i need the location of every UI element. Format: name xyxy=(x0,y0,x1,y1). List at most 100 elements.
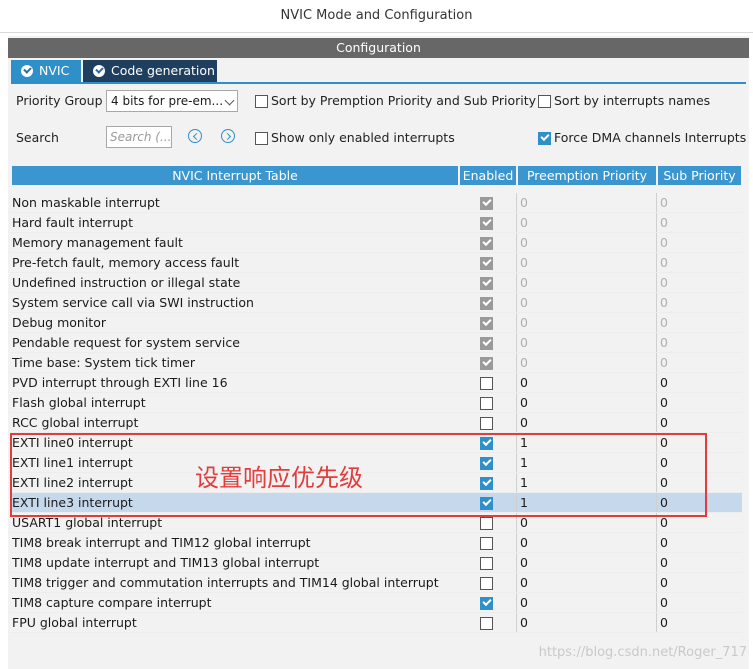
preemption-priority-cell: 0 xyxy=(516,213,656,232)
preemption-priority-cell[interactable]: 0 xyxy=(516,573,656,592)
table-row[interactable]: TIM8 break interrupt and TIM12 global in… xyxy=(10,533,742,553)
annotation-text: 设置响应优先级 xyxy=(195,464,363,492)
preemption-priority-cell[interactable]: 0 xyxy=(516,373,656,392)
sub-priority-cell: 0 xyxy=(656,273,740,292)
sub-priority-cell[interactable]: 0 xyxy=(656,573,740,592)
interrupt-name: Flash global interrupt xyxy=(12,395,146,410)
search-previous-icon[interactable] xyxy=(188,129,202,143)
configuration-panel: Configuration NVIC Code generation Prior… xyxy=(8,36,749,669)
sort-by-names-checkbox[interactable] xyxy=(538,95,551,108)
force-dma-checkbox[interactable] xyxy=(538,132,551,145)
sub-priority-cell[interactable]: 0 xyxy=(656,413,740,432)
enabled-checkbox xyxy=(480,237,493,250)
interrupt-name: TIM8 update interrupt and TIM13 global i… xyxy=(12,555,320,570)
preemption-priority-cell[interactable]: 0 xyxy=(516,393,656,412)
enabled-checkbox[interactable] xyxy=(480,577,493,590)
watermark: https://blog.csdn.net/Roger_717 xyxy=(538,645,747,660)
enabled-checkbox xyxy=(480,277,493,290)
tab-nvic[interactable]: NVIC xyxy=(11,60,81,82)
check-circle-icon xyxy=(93,65,105,77)
search-input[interactable]: Search (... xyxy=(106,126,172,148)
show-only-enabled-label: Show only enabled interrupts xyxy=(271,130,455,145)
table-row[interactable]: TIM8 trigger and commutation interrupts … xyxy=(10,573,742,593)
sub-priority-cell[interactable]: 0 xyxy=(656,373,740,392)
table-row[interactable]: TIM8 capture compare interrupt 0 0 xyxy=(10,593,742,613)
tab-code-generation[interactable]: Code generation xyxy=(83,60,217,82)
enabled-checkbox xyxy=(480,337,493,350)
sub-priority-cell[interactable]: 0 xyxy=(656,613,740,632)
enabled-checkbox[interactable] xyxy=(480,557,493,570)
show-only-enabled-checkbox[interactable] xyxy=(255,132,268,145)
interrupt-name: FPU global interrupt xyxy=(12,615,137,630)
table-row[interactable]: Hard fault interrupt 0 0 xyxy=(10,213,742,233)
table-row[interactable]: Flash global interrupt 0 0 xyxy=(10,393,742,413)
enabled-checkbox[interactable] xyxy=(480,397,493,410)
preemption-priority-cell[interactable]: 0 xyxy=(516,613,656,632)
table-row[interactable]: PVD interrupt through EXTI line 16 0 0 xyxy=(10,373,742,393)
interrupt-name: Hard fault interrupt xyxy=(12,215,134,230)
table-row[interactable]: TIM8 update interrupt and TIM13 global i… xyxy=(10,553,742,573)
column-header-interrupt[interactable]: NVIC Interrupt Table xyxy=(12,166,458,185)
sort-by-names-label: Sort by interrupts names xyxy=(554,93,711,108)
interrupt-name: TIM8 capture compare interrupt xyxy=(12,595,212,610)
search-next-icon[interactable] xyxy=(221,129,235,143)
preemption-priority-cell: 0 xyxy=(516,233,656,252)
enabled-checkbox[interactable] xyxy=(480,537,493,550)
table-row[interactable]: Time base: System tick timer 0 0 xyxy=(10,353,742,373)
table-row[interactable]: Debug monitor 0 0 xyxy=(10,313,742,333)
sub-priority-cell: 0 xyxy=(656,213,740,232)
sub-priority-cell: 0 xyxy=(656,353,740,372)
table-row[interactable]: Memory management fault 0 0 xyxy=(10,233,742,253)
tab-code-generation-label: Code generation xyxy=(111,63,215,78)
search-label: Search xyxy=(16,130,59,145)
sub-priority-cell[interactable]: 0 xyxy=(656,593,740,612)
column-header-preemption[interactable]: Preemption Priority xyxy=(518,166,656,185)
table-row[interactable]: FPU global interrupt 0 0 xyxy=(10,613,742,633)
sub-priority-cell: 0 xyxy=(656,253,740,272)
preemption-priority-cell: 0 xyxy=(516,273,656,292)
sub-priority-cell: 0 xyxy=(656,293,740,312)
sort-by-premption-checkbox[interactable] xyxy=(255,95,268,108)
preemption-priority-cell[interactable]: 0 xyxy=(516,413,656,432)
sub-priority-cell: 0 xyxy=(656,333,740,352)
check-circle-icon xyxy=(21,65,33,77)
priority-group-select[interactable]: 4 bits for pre-em... xyxy=(106,90,238,112)
enabled-checkbox[interactable] xyxy=(480,597,493,610)
interrupt-name: Pendable request for system service xyxy=(12,335,240,350)
column-header-sub-priority[interactable]: Sub Priority xyxy=(658,166,741,185)
interrupt-name: TIM8 trigger and commutation interrupts … xyxy=(12,575,439,590)
table-row[interactable]: Pre-fetch fault, memory access fault 0 0 xyxy=(10,253,742,273)
preemption-priority-cell[interactable]: 0 xyxy=(516,553,656,572)
enabled-checkbox[interactable] xyxy=(480,617,493,630)
table-row[interactable]: System service call via SWI instruction 0… xyxy=(10,293,742,313)
enabled-checkbox[interactable] xyxy=(480,417,493,430)
interrupt-table: Non maskable interrupt 0 0 Hard fault inter… xyxy=(10,193,742,633)
preemption-priority-cell: 0 xyxy=(516,353,656,372)
preemption-priority-cell: 0 xyxy=(516,193,656,212)
sort-by-premption-label: Sort by Premption Priority and Sub Prior… xyxy=(271,93,537,108)
table-row[interactable]: RCC global interrupt 0 0 xyxy=(10,413,742,433)
enabled-checkbox[interactable] xyxy=(480,517,493,530)
interrupt-name: PVD interrupt through EXTI line 16 xyxy=(12,375,228,390)
force-dma-label: Force DMA channels Interrupts xyxy=(554,130,747,145)
preemption-priority-cell[interactable]: 0 xyxy=(516,593,656,612)
interrupt-name: Time base: System tick timer xyxy=(12,355,195,370)
preemption-priority-cell: 0 xyxy=(516,313,656,332)
window-title: NVIC Mode and Configuration xyxy=(0,0,753,33)
table-row[interactable]: Undefined instruction or illegal state 0 0 xyxy=(10,273,742,293)
enabled-checkbox[interactable] xyxy=(480,377,493,390)
preemption-priority-cell[interactable]: 0 xyxy=(516,533,656,552)
interrupt-name: Non maskable interrupt xyxy=(12,195,160,210)
interrupt-name: Memory management fault xyxy=(12,235,183,250)
sub-priority-cell[interactable]: 0 xyxy=(656,393,740,412)
column-header-enabled[interactable]: Enabled xyxy=(460,166,516,185)
interrupt-name: TIM8 break interrupt and TIM12 global in… xyxy=(12,535,311,550)
table-row[interactable]: Non maskable interrupt 0 0 xyxy=(10,193,742,213)
sub-priority-cell[interactable]: 0 xyxy=(656,553,740,572)
interrupt-name: System service call via SWI instruction xyxy=(12,295,254,310)
interrupt-name: Undefined instruction or illegal state xyxy=(12,275,241,290)
sub-priority-cell[interactable]: 0 xyxy=(656,533,740,552)
enabled-checkbox xyxy=(480,297,493,310)
table-row[interactable]: Pendable request for system service 0 0 xyxy=(10,333,742,353)
preemption-priority-cell: 0 xyxy=(516,253,656,272)
